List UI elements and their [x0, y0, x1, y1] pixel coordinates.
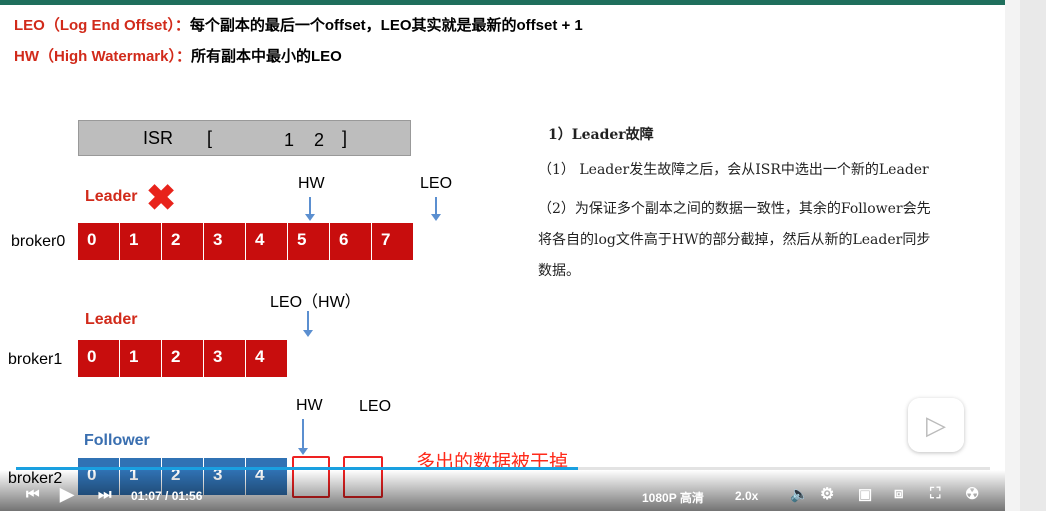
notes-title: 1）Leader故障: [548, 127, 654, 143]
hw-arrow-icon: [298, 419, 308, 455]
offset-cell: 1: [120, 223, 162, 260]
prev-icon[interactable]: ⏮: [26, 486, 40, 503]
notes-p2c: 数据。: [538, 263, 580, 279]
hw-marker: HW: [298, 175, 325, 192]
broker0-role: Leader: [85, 188, 138, 205]
broker0-label: broker0: [11, 233, 66, 250]
term: HW（High Watermark）：: [14, 48, 191, 65]
isr-bar: ISR [ 1 2 ]: [78, 120, 411, 156]
isr-members: 1 2: [284, 130, 325, 150]
widescreen-icon[interactable]: ⧈: [894, 485, 904, 502]
desc: 所有副本中最小的LEO: [190, 48, 342, 65]
offset-cell: 1: [120, 340, 162, 377]
danmaku-icon[interactable]: ☢: [965, 484, 979, 504]
settings-gear-icon[interactable]: ⚙: [820, 484, 834, 504]
offset-cell: 4: [246, 340, 288, 377]
time-display: 01:07 / 01:56: [131, 489, 203, 503]
next-icon[interactable]: ⏭: [98, 486, 112, 503]
progress-bar[interactable]: [16, 467, 990, 470]
bilibili-play-icon[interactable]: ▷: [908, 398, 964, 452]
desc: 每个副本的最后一个offset，LEO其实就是最新的offset + 1: [189, 17, 583, 34]
offset-cell: 7: [372, 223, 414, 260]
hw-marker: HW: [296, 397, 323, 414]
pip-icon[interactable]: ▣: [858, 485, 872, 503]
offset-cell: 3: [204, 223, 246, 260]
hw-definition: HW（High Watermark）：所有副本中最小的LEO: [14, 45, 342, 66]
quality-button[interactable]: 1080P 高清: [642, 489, 704, 506]
offset-cell: 2: [162, 340, 204, 377]
speed-button[interactable]: 2.0x: [735, 489, 758, 503]
broker1-label: broker1: [8, 351, 63, 368]
term: LEO（Log End Offset）：: [14, 17, 190, 34]
broker1-role: Leader: [85, 311, 138, 328]
offset-cell: 0: [78, 340, 120, 377]
leo-arrow-icon: [431, 197, 441, 221]
side-panel: [1020, 0, 1046, 511]
offset-cell: 4: [246, 223, 288, 260]
offset-cell: 6: [330, 223, 372, 260]
slide-top-bar: [0, 0, 1005, 5]
notes-p1: （1） Leader发生故障之后，会从ISR中选出一个新的Leader: [538, 162, 929, 178]
volume-icon[interactable]: 🔈: [790, 485, 809, 503]
notes-p2a: （2）为保证多个副本之间的数据一致性，其余的Follower会先: [538, 201, 931, 217]
hw-arrow-icon: [305, 197, 315, 221]
offset-cell: 0: [78, 223, 120, 260]
fullscreen-icon[interactable]: ⛶: [930, 485, 941, 502]
broker2-role: Follower: [84, 432, 150, 449]
leo-marker: LEO: [420, 175, 453, 192]
offset-cell: 2: [162, 223, 204, 260]
notes-p2b: 将各自的log文件高于HW的部分截掉，然后从新的Leader同步: [538, 232, 931, 248]
isr-label: ISR: [143, 128, 174, 148]
leo-hw-marker: LEO（HW）: [270, 294, 361, 311]
offset-cell: 5: [288, 223, 330, 260]
offset-cell: 3: [204, 340, 246, 377]
failure-x-icon: ✖: [146, 177, 177, 218]
leo-marker: LEO: [359, 398, 392, 415]
progress-fill: [16, 467, 578, 470]
isr-open: [: [207, 128, 213, 148]
play-icon[interactable]: ▶: [60, 484, 74, 505]
broker0-log: 0 1 2 3 4 5 6 7: [78, 223, 414, 260]
isr-close: ]: [342, 128, 348, 148]
broker1-log: 0 1 2 3 4: [78, 340, 288, 377]
leo-hw-arrow-icon: [303, 311, 313, 337]
leo-definition: LEO（Log End Offset）：每个副本的最后一个offset，LEO其…: [14, 14, 583, 35]
video-frame[interactable]: LEO（Log End Offset）：每个副本的最后一个offset，LEO其…: [0, 0, 1005, 511]
